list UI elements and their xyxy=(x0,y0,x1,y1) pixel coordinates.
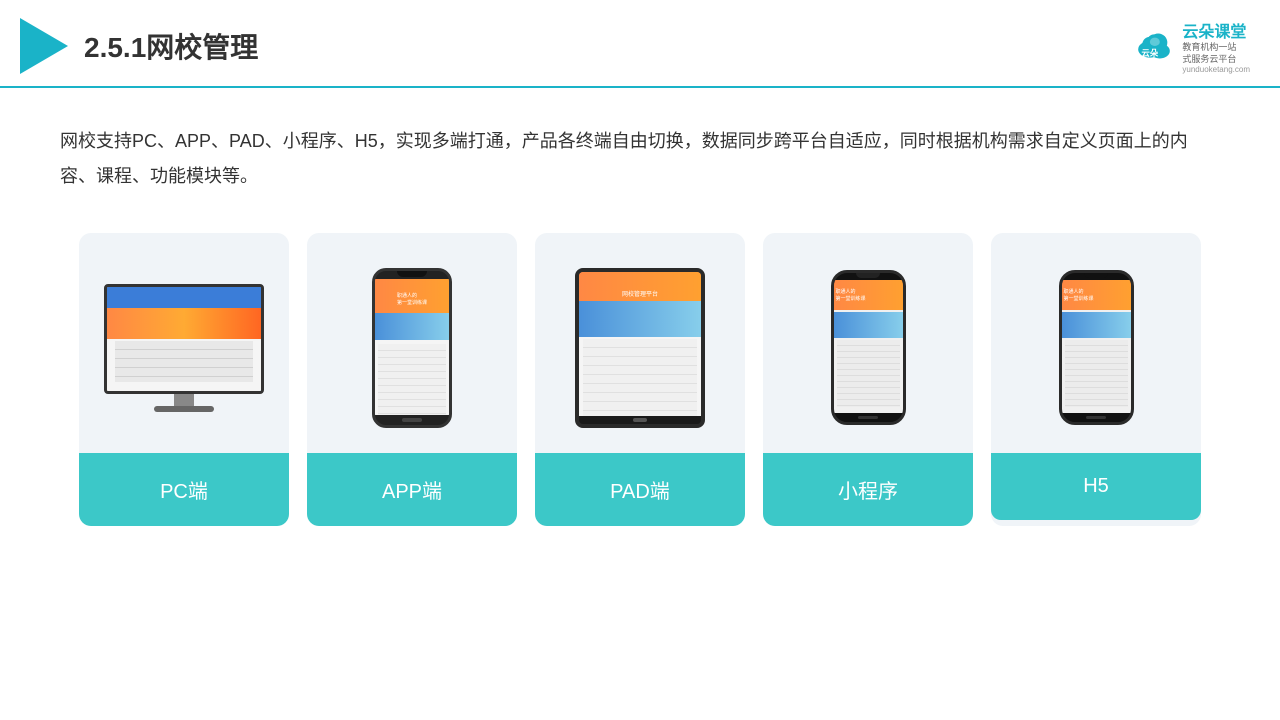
brand-logo: 云朵 云朵课堂 教育机构一站 式服务云平台 yunduoketang.com xyxy=(1132,18,1250,74)
header-left: 2.5.1网校管理 xyxy=(20,18,258,74)
card-app-label: APP端 xyxy=(307,453,517,526)
header-right: 云朵 云朵课堂 教育机构一站 式服务云平台 yunduoketang.com xyxy=(1132,18,1250,74)
description-text: 网校支持PC、APP、PAD、小程序、H5，实现多端打通，产品各终端自由切换，数… xyxy=(0,88,1280,212)
cloud-icon: 云朵 xyxy=(1132,31,1176,61)
app-phone: 职通人的第一堂训练课 xyxy=(372,268,452,428)
card-h5-label: H5 xyxy=(991,453,1201,520)
card-h5-image: 职通人的第一堂训练课 xyxy=(991,233,1201,453)
brand-url: yunduoketang.com xyxy=(1182,65,1250,74)
brand-name: 云朵课堂 xyxy=(1182,18,1246,42)
pad-tablet: 网校管理平台 xyxy=(575,268,705,428)
card-pad[interactable]: 网校管理平台 PAD端 xyxy=(535,233,745,526)
card-miniprogram[interactable]: 职通人的第一堂训练课 小程序 xyxy=(763,233,973,526)
card-pad-image: 网校管理平台 xyxy=(535,233,745,453)
card-h5[interactable]: 职通人的第一堂训练课 H5 xyxy=(991,233,1201,526)
card-app-image: 职通人的第一堂训练课 xyxy=(307,233,517,453)
svg-text:云朵: 云朵 xyxy=(1142,48,1159,58)
card-app[interactable]: 职通人的第一堂训练课 APP端 xyxy=(307,233,517,526)
card-pad-label: PAD端 xyxy=(535,453,745,526)
h5-phone: 职通人的第一堂训练课 xyxy=(1059,270,1134,425)
page-header: 2.5.1网校管理 云朵 云朵课堂 教育机构一站 式服务云平台 yunduoke… xyxy=(0,0,1280,88)
card-pc-label: PC端 xyxy=(79,453,289,526)
description-content: 网校支持PC、APP、PAD、小程序、H5，实现多端打通，产品各终端自由切换，数… xyxy=(60,131,1188,185)
card-pc[interactable]: PC端 xyxy=(79,233,289,526)
logo-triangle-icon xyxy=(20,18,68,74)
brand-sub1: 教育机构一站 式服务云平台 xyxy=(1182,42,1236,65)
card-pc-image xyxy=(79,233,289,453)
pc-screen xyxy=(104,284,264,394)
page-title: 2.5.1网校管理 xyxy=(84,26,258,66)
card-miniprogram-image: 职通人的第一堂训练课 xyxy=(763,233,973,453)
card-miniprogram-label: 小程序 xyxy=(763,453,973,526)
miniprogram-phone: 职通人的第一堂训练课 xyxy=(831,270,906,425)
cards-container: PC端 职通人的第一堂训练课 APP端 网校管理平台 PAD端 xyxy=(0,213,1280,546)
brand-text: 云朵课堂 教育机构一站 式服务云平台 yunduoketang.com xyxy=(1182,18,1250,74)
